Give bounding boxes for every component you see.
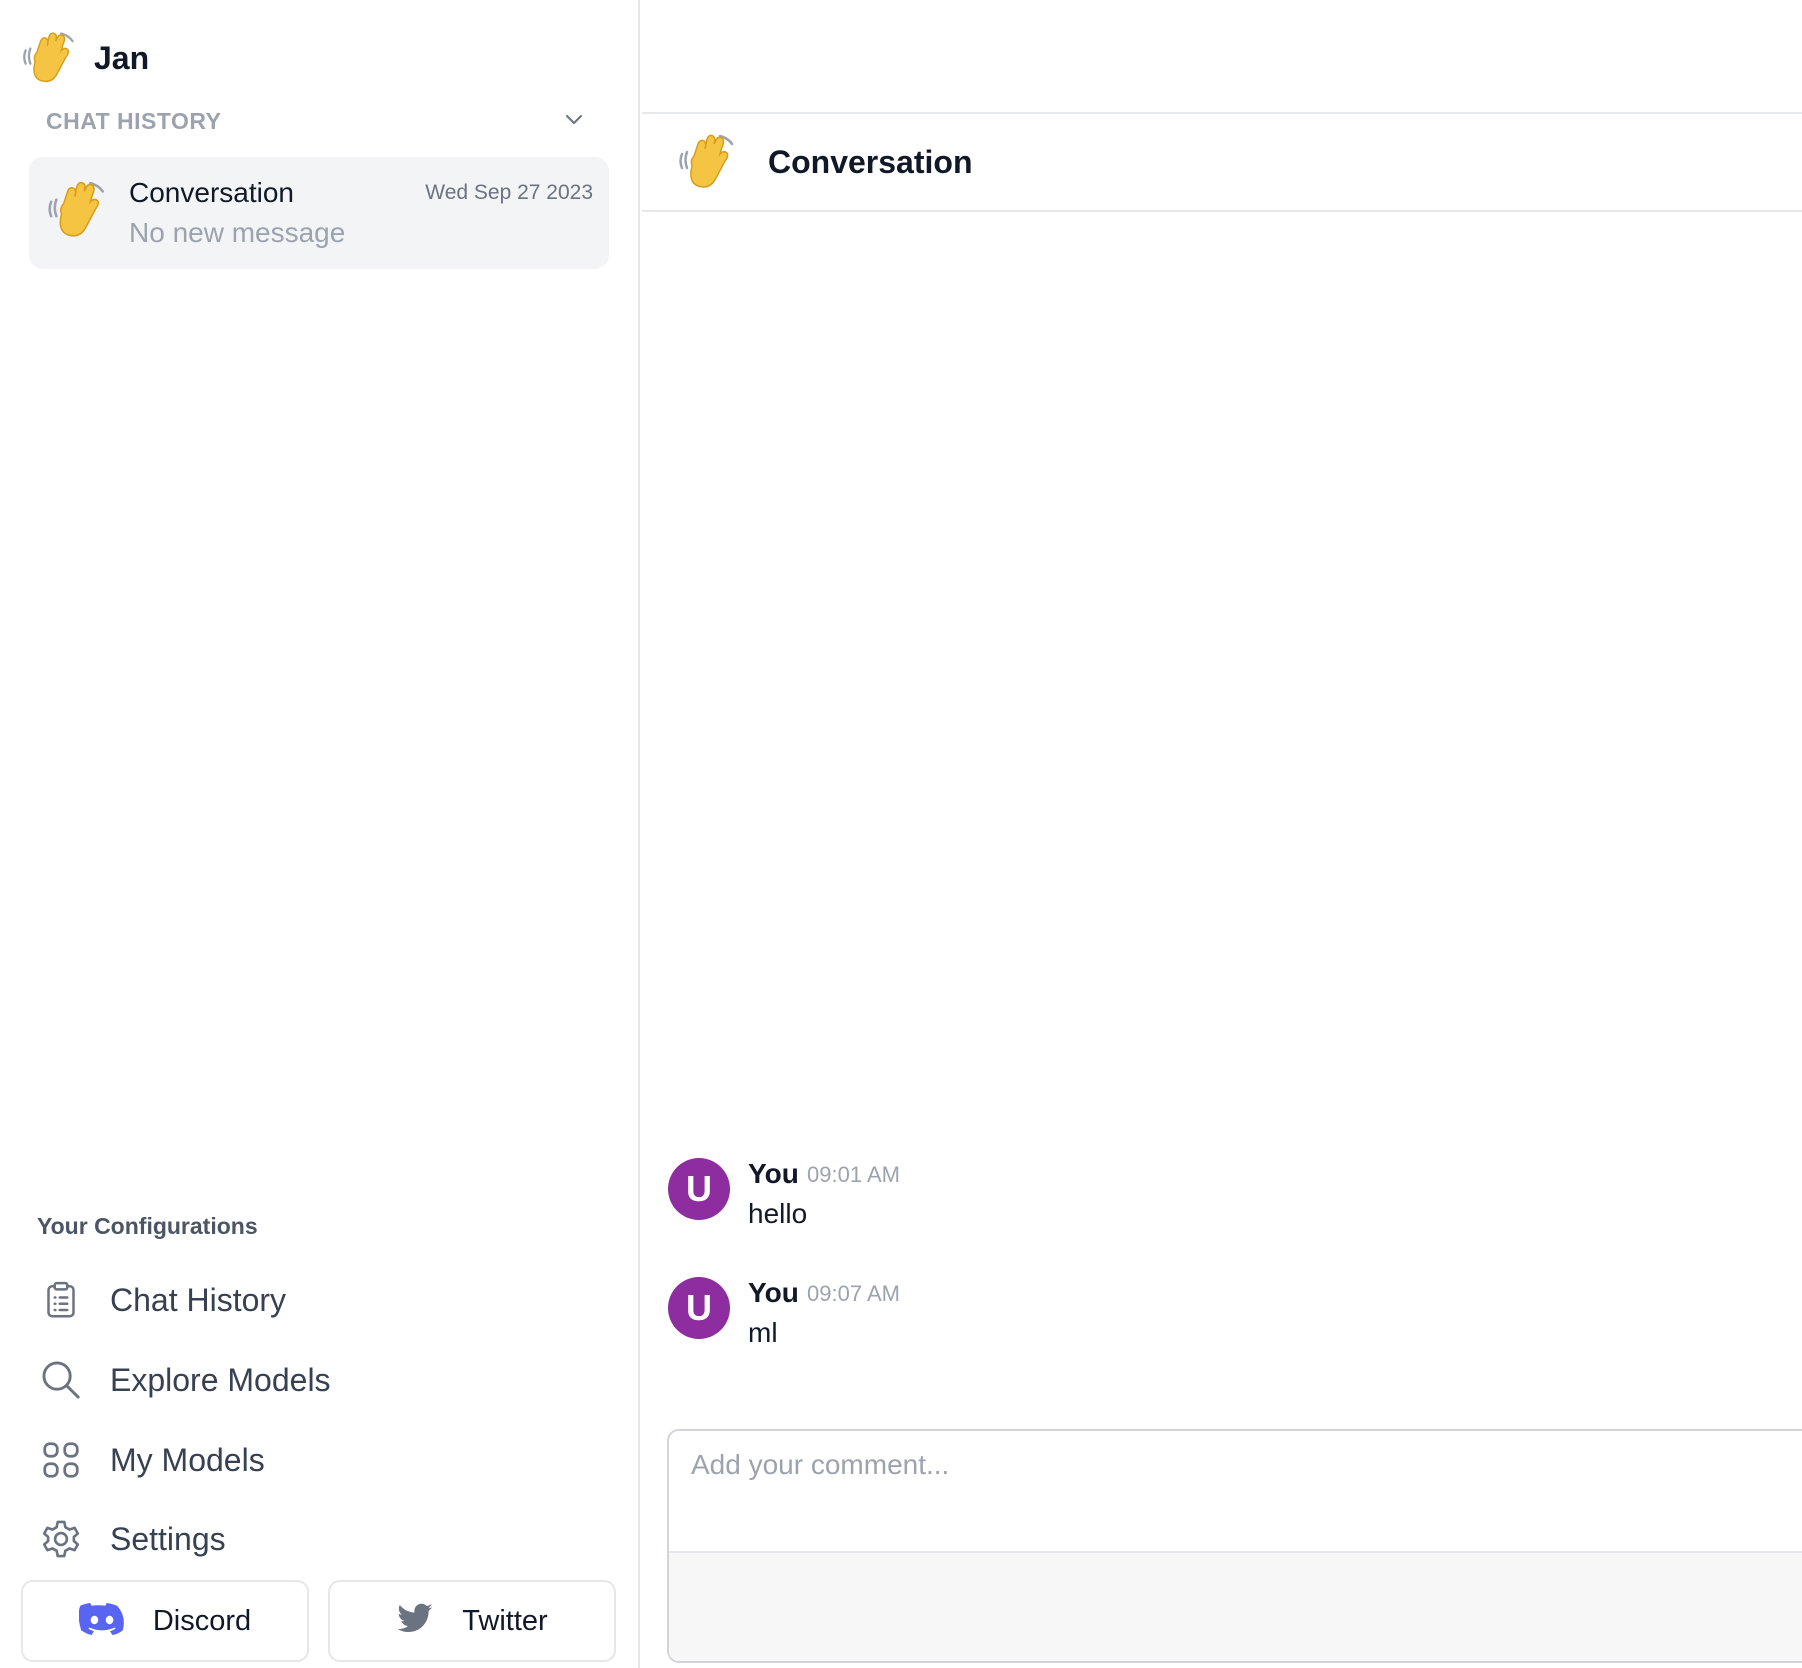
twitter-label: Twitter [462, 1604, 548, 1637]
chat-history-header[interactable]: CHAT HISTORY [46, 106, 586, 136]
grid-icon [38, 1437, 84, 1483]
chat-history-title: CHAT HISTORY [46, 107, 222, 134]
message-text: ml [748, 1317, 778, 1348]
avatar: U [668, 1158, 730, 1220]
conversation-subtitle: No new message [129, 217, 346, 248]
nav-label-explore-models: Explore Models [110, 1361, 331, 1398]
gear-icon [38, 1516, 84, 1562]
nav-label-settings: Settings [110, 1520, 226, 1557]
waving-hand-icon [45, 177, 111, 243]
discord-icon [78, 1602, 125, 1641]
message-text: hello [748, 1198, 808, 1229]
message-author: You [748, 1158, 799, 1189]
composer-toolbar [669, 1551, 1802, 1661]
comment-input[interactable] [669, 1431, 1802, 1551]
nav-label-my-models: My Models [110, 1441, 265, 1478]
message-time: 09:01 AM [807, 1162, 900, 1187]
twitter-button[interactable]: Twitter [328, 1580, 616, 1662]
conversation-title: Conversation [768, 143, 973, 180]
waving-hand-icon [676, 130, 740, 194]
discord-label: Discord [152, 1604, 252, 1637]
nav-item-settings[interactable]: Settings [38, 1514, 226, 1564]
nav-item-my-models[interactable]: My Models [38, 1435, 265, 1485]
clipboard-list-icon [38, 1277, 84, 1323]
message-time: 09:07 AM [807, 1281, 900, 1306]
chat-message: U You 09:01 AM hello [668, 1158, 1368, 1248]
nav-item-explore-models[interactable]: Explore Models [38, 1355, 331, 1405]
nav-label-chat-history: Chat History [110, 1281, 287, 1318]
conversation-title: Conversation [129, 177, 294, 208]
configurations-heading: Your Configurations [37, 1213, 258, 1239]
brand: Jan [20, 28, 149, 88]
conversation-header: Conversation [642, 114, 1802, 212]
chat-message: U You 09:07 AM ml [668, 1277, 1368, 1367]
conversation-date: Wed Sep 27 2023 [425, 181, 593, 204]
top-bar [642, 0, 1802, 114]
discord-button[interactable]: Discord [21, 1580, 309, 1662]
sidebar: Jan CHAT HISTORY Conversation Wed Sep 27… [0, 0, 640, 1668]
message-composer [667, 1429, 1802, 1663]
app-name: Jan [94, 39, 150, 76]
search-icon [38, 1357, 84, 1403]
message-author: You [748, 1277, 799, 1308]
chevron-down-icon[interactable] [562, 107, 586, 136]
conversation-list-item[interactable]: Conversation Wed Sep 27 2023 No new mess… [29, 157, 609, 269]
avatar: U [668, 1277, 730, 1339]
nav-item-chat-history[interactable]: Chat History [38, 1275, 286, 1325]
waving-hand-icon [20, 28, 80, 88]
twitter-icon [396, 1600, 434, 1643]
